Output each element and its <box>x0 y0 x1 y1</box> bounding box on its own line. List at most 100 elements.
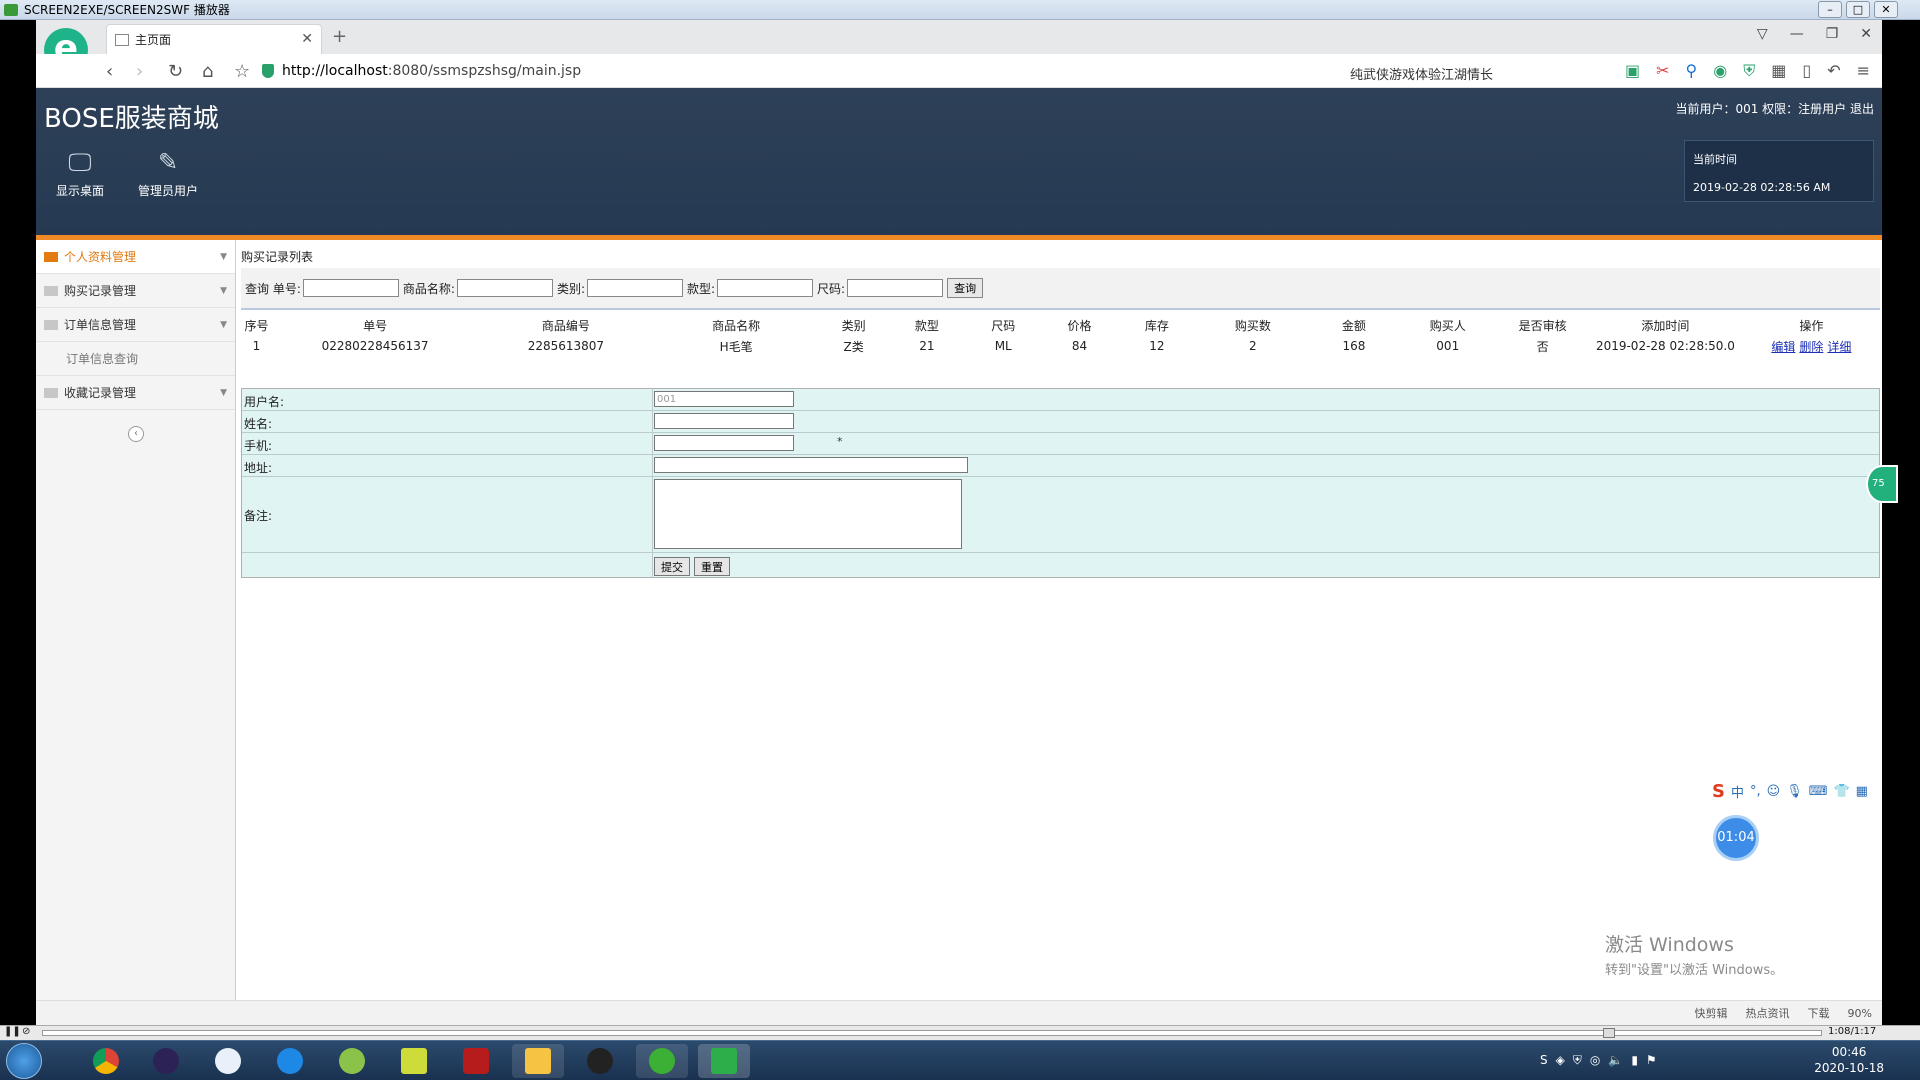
ime-mode[interactable]: 中 <box>1731 782 1744 801</box>
skin-icon[interactable]: ▽ <box>1757 26 1768 42</box>
emoji-icon[interactable]: ☺ <box>1767 784 1781 799</box>
phone-input[interactable] <box>654 435 794 451</box>
flash-icon[interactable] <box>450 1044 502 1078</box>
reset-button[interactable]: 重置 <box>694 557 730 576</box>
product-name-input[interactable] <box>456 279 553 297</box>
favorite-star-icon[interactable]: ☆ <box>234 61 250 82</box>
sidebar-item-orders[interactable]: 订单信息管理 ▼ <box>36 308 235 342</box>
grid-icon[interactable]: ▦ <box>1856 784 1868 799</box>
zoom-icon[interactable]: ⚲ <box>1686 61 1698 81</box>
undo-icon[interactable]: ↶ <box>1827 61 1840 81</box>
quick-clip-button[interactable]: 快剪辑 <box>1695 1005 1728 1021</box>
back-icon[interactable]: ‹ <box>106 61 113 82</box>
search-box[interactable]: 纯武侠游戏体验江湖情长 <box>1350 64 1493 83</box>
new-tab-icon[interactable]: + <box>332 26 347 47</box>
order-no-input[interactable] <box>302 279 399 297</box>
app-header: BOSE服装商城 当前用户：001 权限：注册用户 退出 🖵 显示桌面 ✎ 管理… <box>36 88 1882 240</box>
spreadsheet-icon[interactable] <box>388 1044 440 1078</box>
cell-price: 84 <box>1071 339 1088 353</box>
file-explorer-icon[interactable] <box>512 1044 564 1078</box>
stop-icon[interactable]: ⊘ <box>22 1026 30 1037</box>
pause-icon[interactable]: ❚❚ <box>4 1026 21 1037</box>
eclipse-icon[interactable] <box>140 1044 192 1078</box>
collapse-sidebar-icon[interactable]: ‹ <box>128 426 144 442</box>
mic-icon[interactable]: 🎙 <box>1786 784 1803 799</box>
query-button[interactable]: 查询 <box>947 278 984 298</box>
maximize-button[interactable]: □ <box>1846 1 1870 18</box>
tab-main[interactable]: 主页面 ✕ <box>106 24 322 54</box>
table-header-row: 序号 单号 商品编号 商品名称 类别 款型 尺码 价格 库存 购买数 金额 购买… <box>241 314 1880 336</box>
bookmark-icon[interactable]: ▯ <box>1802 61 1811 81</box>
category-input[interactable] <box>586 279 683 297</box>
hot-news-button[interactable]: 热点资讯 <box>1746 1005 1790 1021</box>
volume-icon[interactable]: 🔈 <box>1608 1053 1623 1068</box>
refresh-icon[interactable]: ↻ <box>168 61 183 82</box>
chrome-icon[interactable] <box>80 1044 132 1078</box>
zoom-level[interactable]: 90% <box>1848 1007 1872 1020</box>
address-input[interactable] <box>654 457 968 473</box>
sogou-ime-icon[interactable]: S <box>1712 781 1725 802</box>
player-controls: ❚❚ ⊘ 1:08/1:17 <box>0 1025 1920 1040</box>
watermark-title: 激活 Windows <box>1605 934 1734 956</box>
flag-icon[interactable]: ⚑ <box>1646 1053 1657 1068</box>
user-info[interactable]: 当前用户：001 权限：注册用户 退出 <box>1675 100 1874 117</box>
system-clock[interactable]: 00:46 2020-10-18 <box>1814 1044 1884 1076</box>
sidebar-item-favorites[interactable]: 收藏记录管理 ▼ <box>36 376 235 410</box>
username-input[interactable] <box>654 391 794 407</box>
menu-icon[interactable]: ≡ <box>1857 61 1870 81</box>
scissors-icon[interactable]: ✂ <box>1656 61 1669 81</box>
seek-bar[interactable] <box>42 1028 1822 1038</box>
browser-minimize-icon[interactable]: — <box>1790 26 1804 42</box>
download-button[interactable]: 下载 <box>1808 1005 1830 1021</box>
float-ball-badge[interactable]: 75 <box>1866 465 1898 503</box>
punctuation-icon[interactable]: °, <box>1750 784 1761 799</box>
url-field[interactable]: http://localhost:8080/ssmspzshsg/main.js… <box>282 63 581 79</box>
network-tray-icon[interactable]: ◈ <box>1556 1053 1565 1068</box>
start-button[interactable] <box>6 1043 42 1079</box>
detail-link[interactable]: 详细 <box>1827 340 1851 354</box>
game-icon[interactable]: ◉ <box>1713 61 1727 81</box>
name-input[interactable] <box>654 413 794 429</box>
battery-icon[interactable]: ▮ <box>1631 1053 1638 1068</box>
extension-icon[interactable]: ▣ <box>1625 61 1640 81</box>
recording-timer[interactable]: 01:04 <box>1713 815 1759 861</box>
form-row-phone: 手机: * <box>242 433 1879 455</box>
nav-admin-user[interactable]: ✎ 管理员用户 <box>128 144 208 212</box>
style-input[interactable] <box>717 279 814 297</box>
sidebar-item-profile[interactable]: 个人资料管理 ▼ <box>36 240 235 274</box>
seek-thumb[interactable] <box>1603 1028 1615 1038</box>
delete-link[interactable]: 删除 <box>1799 340 1823 354</box>
wechat-icon[interactable] <box>636 1044 688 1078</box>
keyboard-icon[interactable]: ⌨ <box>1809 784 1828 799</box>
records-table: 序号 单号 商品编号 商品名称 类别 款型 尺码 价格 库存 购买数 金额 购买… <box>241 314 1880 356</box>
submit-button[interactable]: 提交 <box>654 557 690 576</box>
skin-shirt-icon[interactable]: 👕 <box>1833 784 1849 799</box>
close-button[interactable]: ✕ <box>1874 1 1898 18</box>
wechat-tray-icon[interactable]: ◎ <box>1590 1053 1600 1068</box>
leaf-app-icon[interactable] <box>326 1044 378 1078</box>
remark-textarea[interactable] <box>654 479 962 549</box>
player-title-text: SCREEN2EXE/SCREEN2SWF 播放器 <box>24 3 230 17</box>
apps-icon[interactable]: ▦ <box>1771 61 1786 81</box>
shield-tray-icon[interactable]: ⛨ <box>1573 1053 1582 1068</box>
pencil-icon: ✎ <box>157 148 179 176</box>
browser-close-icon[interactable]: ✕ <box>1860 26 1872 42</box>
sidebar-subitem-order-query[interactable]: 订单信息查询 <box>36 342 235 376</box>
sidebar-item-purchase[interactable]: 购买记录管理 ▼ <box>36 274 235 308</box>
tab-close-icon[interactable]: ✕ <box>301 31 313 47</box>
browser-restore-icon[interactable]: ❐ <box>1826 26 1839 42</box>
nav-show-desktop[interactable]: 🖵 显示桌面 <box>40 144 120 212</box>
home-icon[interactable]: ⌂ <box>202 61 213 82</box>
forward-icon[interactable]: › <box>136 61 143 82</box>
col-header: 商品名称 <box>712 318 761 333</box>
sogou-tray-icon[interactable]: S <box>1540 1053 1548 1068</box>
list-icon <box>44 387 58 398</box>
size-input[interactable] <box>847 279 944 297</box>
browser-taskbar-icon[interactable] <box>264 1044 316 1078</box>
screen-player-icon[interactable] <box>698 1044 750 1078</box>
photo-app-icon[interactable] <box>202 1044 254 1078</box>
edit-link[interactable]: 编辑 <box>1771 340 1795 354</box>
shield-icon[interactable]: ⛨ <box>1743 61 1755 81</box>
qq-icon[interactable] <box>574 1044 626 1078</box>
minimize-button[interactable]: – <box>1818 1 1842 18</box>
